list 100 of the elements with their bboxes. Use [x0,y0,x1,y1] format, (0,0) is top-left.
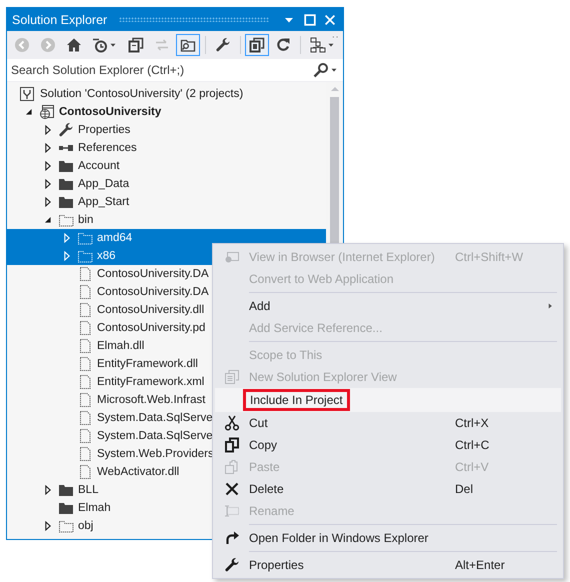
item-label: References [78,142,137,154]
menu-item[interactable]: Copy Ctrl+C [215,434,561,456]
item-label: ContosoUniversity.DA [97,268,209,280]
folder-icon [58,518,74,534]
file-icon [77,284,93,300]
file-icon [77,428,93,444]
preview-icon [180,37,196,53]
file-icon [77,356,93,372]
item-label: ContosoUniversity.DA [97,286,209,298]
window-title: Solution Explorer [12,12,108,26]
home-icon [66,37,82,53]
shortcut-text: Ctrl+V [455,460,489,474]
folder-icon [58,158,74,174]
menu-label: Convert to Web Application [249,272,394,286]
menu-label: Scope to This [249,348,322,362]
item-label: EntityFramework.xml [97,376,204,388]
windows-icon [249,37,266,53]
redo-arrow-icon [224,530,240,546]
tree-row[interactable]: Account [7,157,326,175]
wrench-icon [58,122,74,138]
search-icon[interactable] [313,62,329,78]
item-label: ContosoUniversity.dll [97,304,204,316]
browser-icon [224,249,240,265]
windows-icon [224,369,240,385]
web-project-icon [39,104,55,120]
menu-label: New Solution Explorer View [249,370,397,384]
sync-icon [154,37,170,53]
item-label: System.Data.SqlServe [97,412,213,424]
menu-label: Rename [249,504,294,518]
item-label: Microsoft.Web.Infrast [97,394,206,406]
file-icon [77,374,93,390]
solution-icon [19,86,35,102]
file-icon [77,464,93,480]
collapse-icon [128,37,144,53]
menu-label: Open Folder in Windows Explorer [249,531,428,545]
folder-icon [58,482,74,498]
menu-label: Paste [249,460,280,474]
file-icon [77,446,93,462]
shortcut-text: Ctrl+X [455,416,489,430]
item-label: BLL [78,484,98,496]
item-label: App_Start [78,196,130,208]
tree-row[interactable]: bin [7,211,326,229]
file-icon [77,392,93,408]
search-field[interactable]: Search Solution Explorer (Ctrl+;) [7,59,343,82]
wrench-icon [224,557,240,573]
toolbar-button[interactable] [245,34,270,56]
tree-row[interactable]: References [7,139,326,157]
item-label: amd64 [97,232,132,244]
menu-item[interactable]: Open Folder in Windows Explorer [215,527,561,549]
wrench-icon [214,37,231,53]
item-label: Properties [78,124,130,136]
folder-icon [58,176,74,192]
tree-row[interactable]: Solution 'ContosoUniversity' (2 projects) [7,85,326,103]
item-label: WebActivator.dll [97,466,180,478]
item-label: System.Data.SqlServe [97,430,213,442]
diagram-icon [310,37,326,53]
folder-icon [77,230,93,246]
tree-row[interactable]: App_Data [7,175,326,193]
item-label: bin [78,214,94,226]
shortcut-text: Del [455,482,474,496]
item-label: ContosoUniversity [59,106,162,118]
menu-label: Add Service Reference... [249,321,382,335]
scissors-icon [224,415,240,431]
folder-icon [58,194,74,210]
tree-row[interactable]: Properties [7,121,326,139]
paste-icon [224,459,240,475]
menu-item[interactable]: Properties Alt+Enter [215,554,561,576]
file-icon [77,320,93,336]
shortcut-text: Ctrl+Shift+W [455,250,524,264]
menu-item[interactable]: Cut Ctrl+X [215,412,561,434]
close-icon[interactable] [323,12,337,26]
file-icon [77,410,93,426]
menu-label: Include In Project [250,393,343,407]
menu-label: Copy [249,438,278,452]
item-label: App_Data [78,178,130,190]
maximize-icon[interactable] [303,12,317,26]
toolbar-button[interactable] [176,34,200,56]
menu-label: Delete [249,482,284,496]
item-label: Account [78,160,120,172]
item-label: EntityFramework.dll [97,358,198,370]
refresh-icon [275,37,292,53]
delete-icon [224,481,240,497]
clock-icon [92,37,108,53]
item-label: Elmah.dll [97,340,144,352]
search-input[interactable]: Search Solution Explorer (Ctrl+;) [11,63,313,77]
tree-row[interactable]: amd64 [7,229,326,247]
folder-icon [58,500,74,516]
menu-label: Properties [249,558,304,572]
tree-row[interactable]: App_Start [7,193,326,211]
item-label: Solution 'ContosoUniversity' (2 projects) [40,88,244,100]
rename-icon [224,503,240,519]
menu-item[interactable]: Include In Project [215,388,561,412]
item-label: x86 [97,250,116,262]
menu-item[interactable]: Delete Del [215,478,561,500]
back-icon [14,37,30,53]
item-label: System.Web.Providers [97,448,214,460]
tree-row[interactable]: ContosoUniversity [7,103,326,121]
file-icon [77,266,93,282]
folder-icon [77,248,93,264]
item-label: obj [78,520,94,532]
